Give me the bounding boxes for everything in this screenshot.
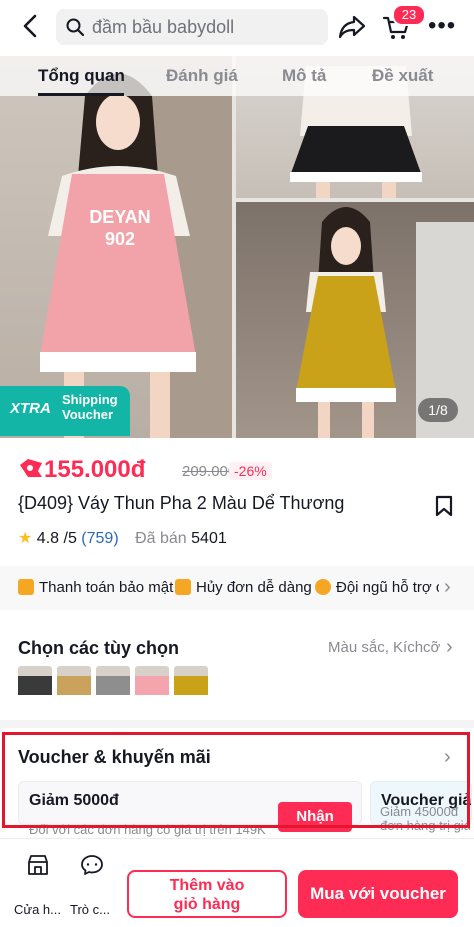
sold-label: Đã bán — [135, 530, 187, 547]
variant-thumbnail[interactable] — [57, 666, 91, 700]
variant-thumbnail[interactable] — [135, 666, 169, 700]
box-icon — [175, 579, 191, 595]
add-to-cart-line-1: Thêm vào — [169, 877, 245, 894]
discount-badge: -26% — [229, 462, 272, 480]
search-icon — [66, 18, 84, 36]
xtra-label: XTRA — [10, 400, 51, 417]
product-image-gallery[interactable]: DEYAN 902 — [0, 56, 474, 438]
cart-count-badge: 23 — [392, 4, 426, 26]
top-bar: đầm bầu babydoll 23 ••• — [0, 0, 474, 56]
xtra-shipping-voucher-badge: XTRA Shipping Voucher — [0, 386, 130, 436]
add-to-cart-line-2: giỏ hàng — [173, 896, 241, 913]
rating-max: /5 — [63, 530, 77, 547]
check-badge-icon — [315, 579, 331, 595]
print-text: DEYAN 902 — [89, 207, 151, 249]
image-counter: 1/8 — [418, 398, 458, 422]
review-count[interactable]: (759) — [81, 530, 118, 547]
back-icon[interactable] — [18, 13, 48, 43]
tab-description[interactable]: Mô tả — [282, 66, 326, 86]
more-icon[interactable]: ••• — [428, 12, 456, 40]
star-icon: ★ — [18, 530, 33, 547]
rating-value: 4.8 — [36, 530, 60, 547]
chat-icon[interactable] — [80, 853, 104, 877]
buy-with-voucher-button[interactable]: Mua với voucher — [298, 870, 458, 918]
tab-reviews[interactable]: Đánh giá — [166, 66, 238, 86]
bookmark-icon[interactable] — [434, 495, 454, 517]
sale-price: 155.000đ — [44, 456, 146, 483]
options-title: Chọn các tùy chọn — [18, 638, 180, 658]
tab-overview[interactable]: Tổng quan — [38, 66, 125, 86]
feature-easy-cancel: Hủy đơn dễ dàng — [175, 579, 312, 596]
options-summary[interactable]: Màu sắc, Kíchcỡ — [328, 639, 440, 656]
divider — [0, 612, 474, 620]
chevron-right-icon: › — [444, 576, 451, 598]
shop-label[interactable]: Cửa h... — [14, 902, 61, 917]
section-tabs: Tổng quan Đánh giá Mô tả Đề xuất — [0, 56, 474, 96]
flash-sale-icon — [20, 459, 42, 477]
product-title: {D409} Váy Thun Pha 2 Màu Dể Thương — [18, 493, 345, 513]
rating-row[interactable]: ★ 4.8 /5 (759) Đã bán 5401 — [18, 528, 227, 548]
tab-recommendations[interactable]: Đề xuất — [372, 66, 433, 86]
product-photo-pink[interactable]: DEYAN 902 — [0, 56, 232, 438]
voucher-highlight-box — [2, 732, 470, 828]
shipping-voucher-label: Shipping Voucher — [62, 392, 118, 422]
search-input[interactable]: đầm bầu babydoll — [56, 9, 328, 45]
active-tab-indicator — [38, 93, 124, 96]
search-query-text: đầm bầu babydoll — [92, 17, 235, 37]
share-icon[interactable] — [338, 14, 366, 40]
variant-thumbnail[interactable] — [174, 666, 208, 700]
feature-secure-payment: Thanh toán bảo mật — [18, 579, 173, 596]
add-to-cart-button[interactable]: Thêm vào giỏ hàng — [127, 870, 287, 918]
shop-icon[interactable] — [26, 853, 50, 877]
card-icon — [18, 579, 34, 595]
chevron-right-icon[interactable]: › — [446, 636, 453, 659]
sold-count: 5401 — [191, 530, 227, 547]
variant-thumbnail[interactable] — [96, 666, 130, 700]
chat-label[interactable]: Trò c... — [70, 902, 110, 917]
service-features-bar[interactable]: Thanh toán bảo mật Hủy đơn dễ dàng Đội n… — [0, 566, 474, 610]
feature-support-team: Đội ngũ hỗ trợ c — [315, 579, 439, 596]
variant-thumbnail[interactable] — [18, 666, 52, 700]
section-divider — [0, 720, 474, 728]
